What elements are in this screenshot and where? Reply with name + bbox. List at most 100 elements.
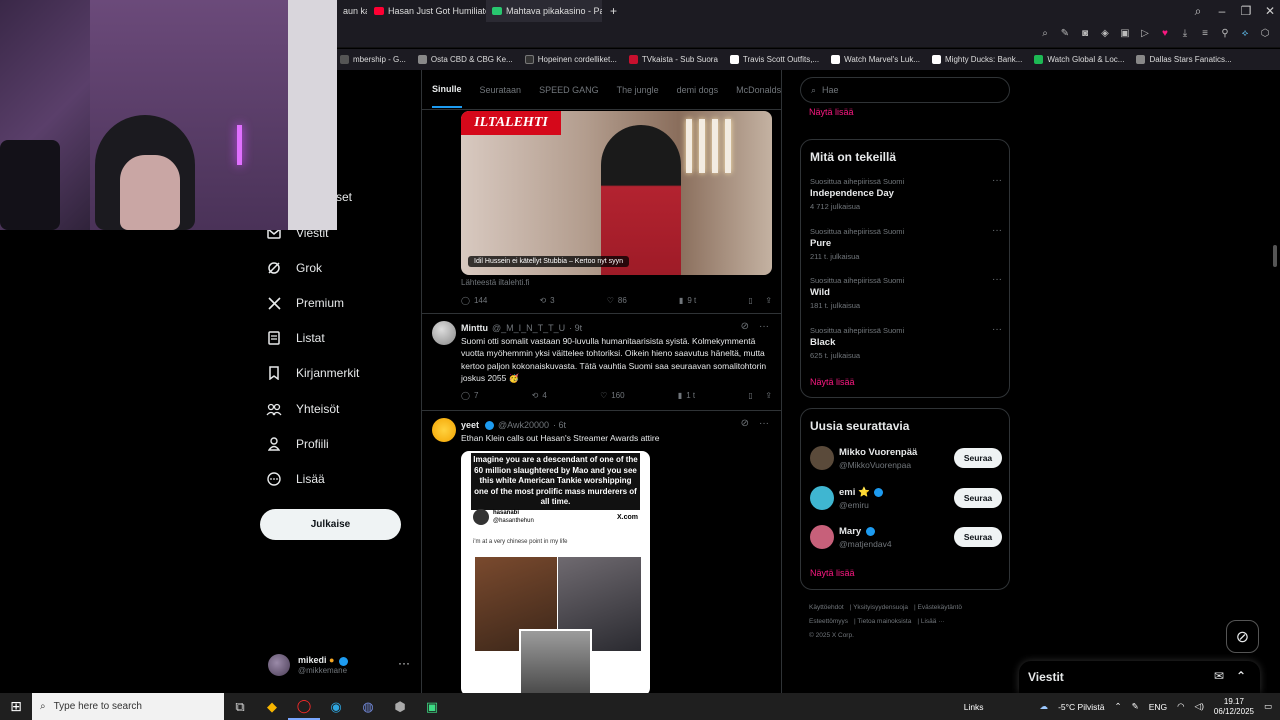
taskbar-search[interactable]: ⌕ Type here to search bbox=[32, 693, 224, 720]
play-icon[interactable]: ▷ bbox=[1138, 27, 1152, 41]
tweet-author-name[interactable]: yeet bbox=[461, 420, 479, 430]
extension-icon[interactable]: ⬡ bbox=[1258, 27, 1272, 41]
footer-link[interactable]: Evästekäytäntö bbox=[918, 604, 962, 611]
bookmark-item[interactable]: Watch Global & Loc... bbox=[1034, 55, 1124, 64]
close-icon[interactable]: ✕ bbox=[1258, 4, 1280, 18]
tweet-image[interactable]: Imagine you are a descendant of one of t… bbox=[461, 451, 650, 693]
follow-button[interactable]: Seuraa bbox=[954, 488, 1002, 508]
tweet-time[interactable]: · 6t bbox=[553, 420, 566, 430]
trend-item[interactable]: Suosittua aihepiirissä Suomi Black 625 t… bbox=[810, 324, 1002, 360]
link-source[interactable]: Lähteestä iltalehti.fi bbox=[461, 278, 530, 287]
bookmark-item[interactable]: Travis Scott Outfits,... bbox=[729, 55, 819, 64]
nav-item-communities[interactable]: Yhteisöt bbox=[266, 401, 339, 417]
pen-icon[interactable]: ✎ bbox=[1132, 701, 1139, 712]
edge-icon[interactable]: ◉ bbox=[320, 693, 352, 720]
new-tab-button[interactable]: + bbox=[604, 0, 620, 22]
footer-link[interactable]: Esteettömyys bbox=[809, 618, 848, 625]
volume-icon[interactable]: ◁) bbox=[1195, 701, 1204, 712]
trend-item[interactable]: Suosittua aihepiirissä Suomi Independenc… bbox=[810, 175, 1002, 211]
footer-link[interactable]: Yksityisyydensuoja bbox=[853, 604, 908, 611]
nav-item-bookmarks[interactable]: Kirjanmerkit bbox=[266, 365, 359, 381]
footer-link[interactable]: Käyttöehdot bbox=[809, 604, 844, 611]
like-button[interactable]: ♡ 160 bbox=[600, 391, 625, 400]
views-button[interactable]: ▮ 1 t bbox=[678, 391, 695, 400]
repost-button[interactable]: ⟲ 4 bbox=[532, 391, 547, 400]
sidebar-icon[interactable]: ⟡ bbox=[1238, 27, 1252, 41]
chevron-up-icon[interactable]: ⌃ bbox=[1114, 701, 1121, 712]
show-more-link[interactable]: Näytä lisää bbox=[810, 377, 855, 387]
expand-icon[interactable]: ⌃ bbox=[1236, 669, 1246, 683]
show-more-link[interactable]: Näytä lisää bbox=[810, 568, 855, 578]
search-icon[interactable]: ⌕ bbox=[1186, 4, 1210, 19]
cube-icon[interactable]: ▣ bbox=[1118, 27, 1132, 41]
grok-floating-button[interactable]: ⊘ bbox=[1226, 620, 1259, 653]
tab-mcdonalds[interactable]: McDonalds bbox=[736, 85, 781, 95]
more-icon[interactable]: ··· bbox=[992, 324, 1002, 335]
browser-tab[interactable]: Hasan Just Got Humiliate bbox=[368, 0, 486, 22]
tab-the-jungle[interactable]: The jungle bbox=[617, 85, 659, 95]
follow-button[interactable]: Seuraa bbox=[954, 527, 1002, 547]
post-button[interactable]: Julkaise bbox=[260, 509, 401, 540]
bookmark-item[interactable]: TVkaista - Sub Suora bbox=[628, 55, 718, 64]
search-input[interactable]: ⌕ Hae bbox=[800, 77, 1010, 103]
tab-for-you[interactable]: Sinulle bbox=[432, 84, 462, 108]
shield-icon[interactable]: ◈ bbox=[1098, 27, 1112, 41]
bookmark-icon[interactable]: ▯ bbox=[748, 296, 752, 305]
account-switcher[interactable]: mikedi ● @mikkemane ··· bbox=[268, 650, 418, 680]
language-indicator[interactable]: ENG bbox=[1149, 702, 1167, 712]
discord-icon[interactable]: ◍ bbox=[352, 693, 384, 720]
reply-button[interactable]: ◯ 144 bbox=[461, 296, 487, 305]
trend-item[interactable]: Suosittua aihepiirissä Suomi Wild 181 t.… bbox=[810, 274, 1002, 310]
avatar[interactable] bbox=[432, 418, 456, 442]
more-icon[interactable]: ··· bbox=[992, 274, 1002, 285]
link-card-image[interactable]: ILTALEHTI Idil Hussein ei kätellyt Stubb… bbox=[461, 111, 772, 275]
views-button[interactable]: ▮ 9 t bbox=[679, 296, 696, 305]
task-view-icon[interactable]: ⧉ bbox=[224, 693, 256, 720]
minimize-icon[interactable]: – bbox=[1210, 4, 1234, 18]
share-icon[interactable]: ⇪ bbox=[765, 296, 772, 305]
show-more-link[interactable]: Näytä lisää bbox=[809, 107, 854, 117]
avatar[interactable] bbox=[432, 321, 456, 345]
camera-icon[interactable]: ◙ bbox=[1078, 27, 1092, 41]
follow-button[interactable]: Seuraa bbox=[954, 448, 1002, 468]
scrollbar[interactable] bbox=[1273, 245, 1277, 267]
profile-icon[interactable]: ⚲ bbox=[1218, 27, 1232, 41]
bookmark-item[interactable]: Mighty Ducks: Bank... bbox=[932, 55, 1022, 64]
clock[interactable]: 19.17 06/12/2025 bbox=[1214, 697, 1254, 717]
nav-item-more[interactable]: Lisää bbox=[266, 471, 325, 487]
tweet-author-handle[interactable]: @Awk20000 bbox=[498, 420, 549, 430]
more-icon[interactable]: ··· bbox=[992, 175, 1002, 186]
tab-demi-dogs[interactable]: demi dogs bbox=[677, 85, 719, 95]
tab-speed-gang[interactable]: SPEED GANG bbox=[539, 85, 599, 95]
tab-following[interactable]: Seurataan bbox=[480, 85, 522, 95]
bookmark-item[interactable]: Hopeinen cordelliket... bbox=[524, 55, 617, 64]
follow-suggestion[interactable]: Mikko Vuorenpää @MikkoVuorenpaa Seuraa bbox=[810, 446, 1002, 472]
grok-icon[interactable]: ⊘ bbox=[741, 418, 749, 429]
account-more-icon[interactable]: ··· bbox=[398, 656, 410, 670]
notification-icon[interactable]: ▭ bbox=[1264, 701, 1272, 712]
search-icon[interactable]: ⌕ bbox=[1038, 27, 1052, 41]
bookmark-item[interactable]: Osta CBD & CBG Ke... bbox=[417, 55, 513, 64]
menu-icon[interactable]: ≡ bbox=[1198, 27, 1212, 41]
nav-item-profile[interactable]: Profiili bbox=[266, 436, 329, 452]
restore-icon[interactable]: ❐ bbox=[1234, 4, 1258, 18]
nav-item-grok[interactable]: Grok bbox=[266, 260, 322, 276]
more-icon[interactable]: ··· bbox=[759, 321, 769, 332]
app-icon[interactable]: ⬢ bbox=[384, 693, 416, 720]
bookmark-item[interactable]: mbership - G... bbox=[340, 55, 406, 64]
reply-button[interactable]: ◯ 7 bbox=[461, 391, 478, 400]
bookmark-icon[interactable]: ▯ bbox=[748, 391, 752, 400]
nav-item-premium[interactable]: Premium bbox=[266, 295, 344, 311]
browser-tab[interactable]: aun kans bbox=[337, 0, 367, 22]
repost-button[interactable]: ⟲ 3 bbox=[539, 296, 554, 305]
opera-gx-icon[interactable]: ◯ bbox=[288, 693, 320, 720]
bookmark-item[interactable]: Watch Marvel's Luk... bbox=[831, 55, 920, 64]
download-icon[interactable]: ⤓ bbox=[1178, 27, 1192, 41]
footer-link[interactable]: Tietoa mainoksista bbox=[857, 618, 911, 625]
more-icon[interactable]: ··· bbox=[759, 418, 769, 429]
bookmark-item[interactable]: Dallas Stars Fanatics... bbox=[1136, 55, 1232, 64]
weather-text[interactable]: -5°C Pilvistä bbox=[1058, 702, 1104, 712]
heart-icon[interactable]: ♥ bbox=[1158, 27, 1172, 41]
follow-suggestion[interactable]: Mary @matjendav4 Seuraa bbox=[810, 525, 1002, 551]
edit-icon[interactable]: ✎ bbox=[1058, 27, 1072, 41]
